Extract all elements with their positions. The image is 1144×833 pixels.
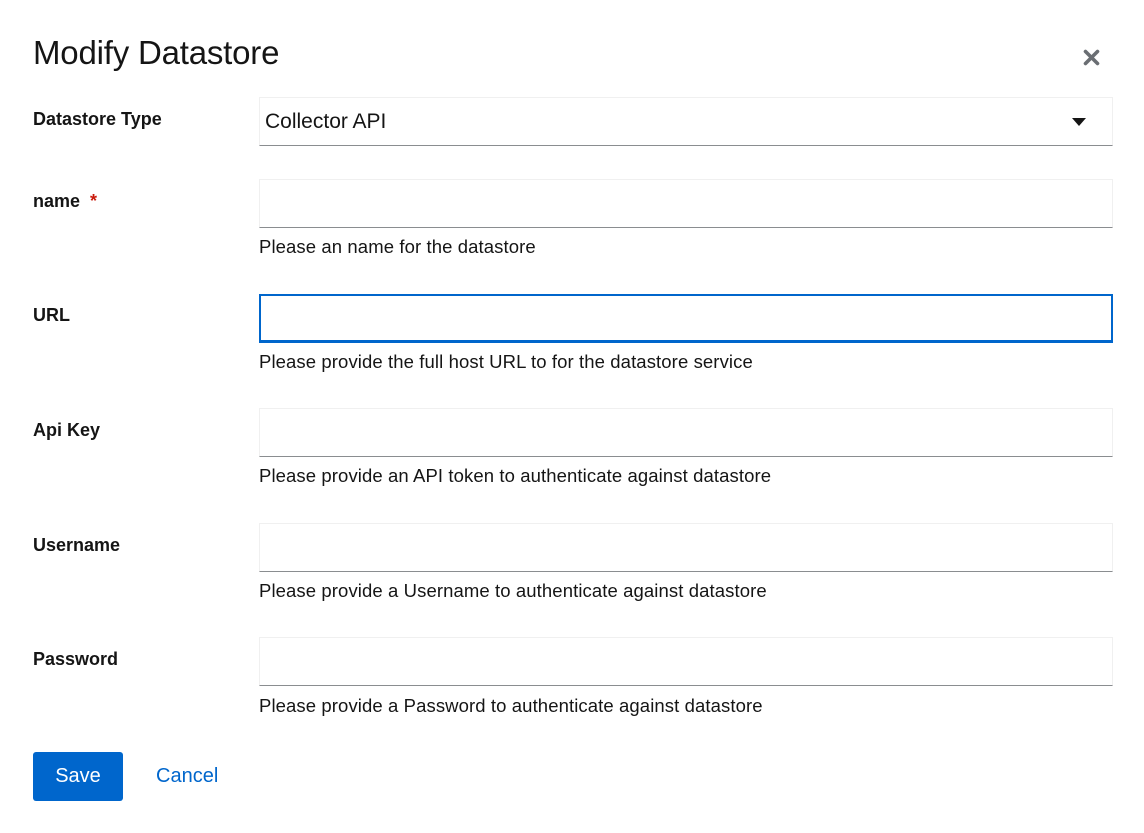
api-key-label: Api Key <box>33 420 101 440</box>
name-label: name * <box>33 191 97 212</box>
required-indicator: * <box>90 191 98 211</box>
name-label-text: name <box>33 191 81 211</box>
url-label: URL <box>33 305 70 325</box>
datastore-type-label: Datastore Type <box>33 109 162 129</box>
cancel-button[interactable]: Cancel <box>141 752 233 801</box>
api-key-input[interactable] <box>259 408 1113 457</box>
password-label: Password <box>33 649 119 669</box>
url-input[interactable] <box>259 294 1113 343</box>
caret-down-icon <box>1072 118 1086 126</box>
datastore-type-select[interactable]: Collector API <box>259 97 1113 146</box>
dialog-title: Modify Datastore <box>33 34 280 71</box>
datastore-type-value: Collector API <box>265 109 387 133</box>
modify-datastore-dialog: Modify Datastore Datastore Type Collecto… <box>0 0 1144 833</box>
name-helper-text: Please an name for the datastore <box>259 236 536 257</box>
password-input[interactable] <box>259 637 1113 686</box>
url-helper-text: Please provide the full host URL to for … <box>259 351 753 372</box>
password-helper-text: Please provide a Password to authenticat… <box>259 695 763 716</box>
api-key-helper-text: Please provide an API token to authentic… <box>259 465 772 486</box>
username-input[interactable] <box>259 523 1113 572</box>
name-input[interactable] <box>259 179 1113 228</box>
close-button[interactable] <box>1079 45 1103 69</box>
save-button[interactable]: Save <box>33 752 123 801</box>
username-label: Username <box>33 535 121 555</box>
close-icon <box>1083 49 1099 65</box>
username-helper-text: Please provide a Username to authenticat… <box>259 580 767 601</box>
